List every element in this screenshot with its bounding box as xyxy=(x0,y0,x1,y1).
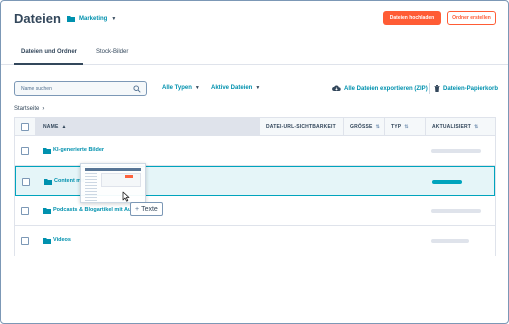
folder-icon xyxy=(43,208,51,214)
tab-stock-images[interactable]: Stock-Bilder xyxy=(96,49,128,55)
mouse-pointer-icon xyxy=(122,191,130,202)
column-divider xyxy=(259,118,260,136)
folder-name-link[interactable]: Podcasts & Blogartikel mit Audio xyxy=(53,207,140,213)
export-all-button[interactable]: Alle Dateien exportieren (ZIP) xyxy=(332,85,428,92)
preview-header-bar xyxy=(85,168,141,171)
column-header-url-visibility-label: DATEI-URL-SICHTBARKEIT xyxy=(266,124,336,130)
table-header: NAME ▲ DATEI-URL-SICHTBARKEIT GRÖSSE ⇅ T… xyxy=(15,118,495,136)
type-filter-dropdown[interactable]: Alle Typen ▼ xyxy=(162,85,200,91)
column-header-size-label: GRÖSSE xyxy=(350,124,373,130)
folder-selector-label: Marketing xyxy=(79,15,108,22)
tab-bar: Dateien und Ordner Stock-Bilder xyxy=(1,43,508,65)
column-header-updated[interactable]: AKTUALISIERT ⇅ xyxy=(432,124,478,130)
search-input[interactable]: Name suchen xyxy=(21,86,52,92)
folder-icon xyxy=(67,16,75,22)
toolbar-divider xyxy=(429,83,430,94)
row-checkbox[interactable] xyxy=(21,207,29,215)
trash-icon xyxy=(434,85,440,92)
chevron-down-icon: ▼ xyxy=(255,85,261,91)
cloud-download-icon xyxy=(332,85,341,91)
status-filter-label: Aktive Dateien xyxy=(211,85,253,91)
active-tab-indicator xyxy=(14,63,83,65)
folder-icon xyxy=(43,238,51,244)
folder-selector[interactable]: Marketing ▼ xyxy=(67,15,116,22)
status-filter-dropdown[interactable]: Aktive Dateien ▼ xyxy=(211,85,260,91)
column-header-name-label: NAME xyxy=(43,124,59,130)
row-checkbox[interactable] xyxy=(22,178,30,186)
chevron-down-icon: ▼ xyxy=(111,15,117,22)
folder-icon xyxy=(44,179,52,185)
search-icon xyxy=(133,85,141,93)
column-header-updated-label: AKTUALISIERT xyxy=(432,124,472,130)
preview-button xyxy=(125,175,133,178)
column-header-name[interactable]: NAME ▲ xyxy=(43,124,67,130)
breadcrumb-home[interactable]: Startseite xyxy=(14,106,39,112)
column-header-size[interactable]: GRÖSSE ⇅ xyxy=(350,124,380,130)
updated-placeholder xyxy=(431,209,481,213)
trash-button[interactable]: Dateien-Papierkorb xyxy=(434,85,498,92)
updated-placeholder xyxy=(431,149,481,153)
sort-icon: ⇅ xyxy=(474,124,479,130)
export-all-label: Alle Dateien exportieren (ZIP) xyxy=(344,85,428,92)
trash-label: Dateien-Papierkorb xyxy=(443,85,499,92)
column-header-type[interactable]: TYP ⇅ xyxy=(391,124,409,130)
create-folder-button[interactable]: Ordner erstellen xyxy=(447,11,496,25)
name-column-sorted-bg xyxy=(35,118,259,136)
column-divider xyxy=(384,118,385,136)
preview-content xyxy=(101,173,141,187)
upload-files-button[interactable]: Dateien hochladen xyxy=(383,11,441,25)
plus-icon: + xyxy=(135,205,140,213)
column-divider xyxy=(343,118,344,136)
sort-ascending-icon: ▲ xyxy=(61,124,67,130)
folder-name-link[interactable]: Videos xyxy=(53,237,71,243)
type-filter-label: Alle Typen xyxy=(162,85,192,91)
folder-icon xyxy=(43,148,51,154)
breadcrumb[interactable]: Startseite › xyxy=(14,106,44,112)
column-header-url-visibility[interactable]: DATEI-URL-SICHTBARKEIT xyxy=(266,124,336,130)
preview-sidebar xyxy=(85,173,97,201)
tab-files-and-folders[interactable]: Dateien und Ordner xyxy=(21,49,77,55)
updated-placeholder xyxy=(432,180,462,184)
updated-placeholder xyxy=(431,239,469,243)
sort-icon: ⇅ xyxy=(404,124,409,130)
sort-icon: ⇅ xyxy=(375,124,380,130)
page-title: Dateien xyxy=(14,11,61,26)
app-window: Dateien Marketing ▼ Dateien hochladen Or… xyxy=(0,0,509,324)
search-box[interactable]: Name suchen xyxy=(14,81,147,96)
table-row[interactable]: KI-generierte Bilder xyxy=(15,136,495,166)
table-row[interactable]: Videos xyxy=(15,226,495,256)
drop-label: Texte xyxy=(141,205,158,213)
drag-preview-thumbnail xyxy=(80,163,146,203)
column-header-type-label: TYP xyxy=(391,124,402,130)
chevron-right-icon: › xyxy=(42,106,45,112)
chevron-down-icon: ▼ xyxy=(194,85,200,91)
row-checkbox[interactable] xyxy=(21,147,29,155)
column-divider xyxy=(425,118,426,136)
drop-label-badge: + Texte xyxy=(130,202,163,216)
row-checkbox[interactable] xyxy=(21,237,29,245)
folder-name-link[interactable]: KI-generierte Bilder xyxy=(53,147,104,153)
select-all-checkbox[interactable] xyxy=(21,123,29,131)
